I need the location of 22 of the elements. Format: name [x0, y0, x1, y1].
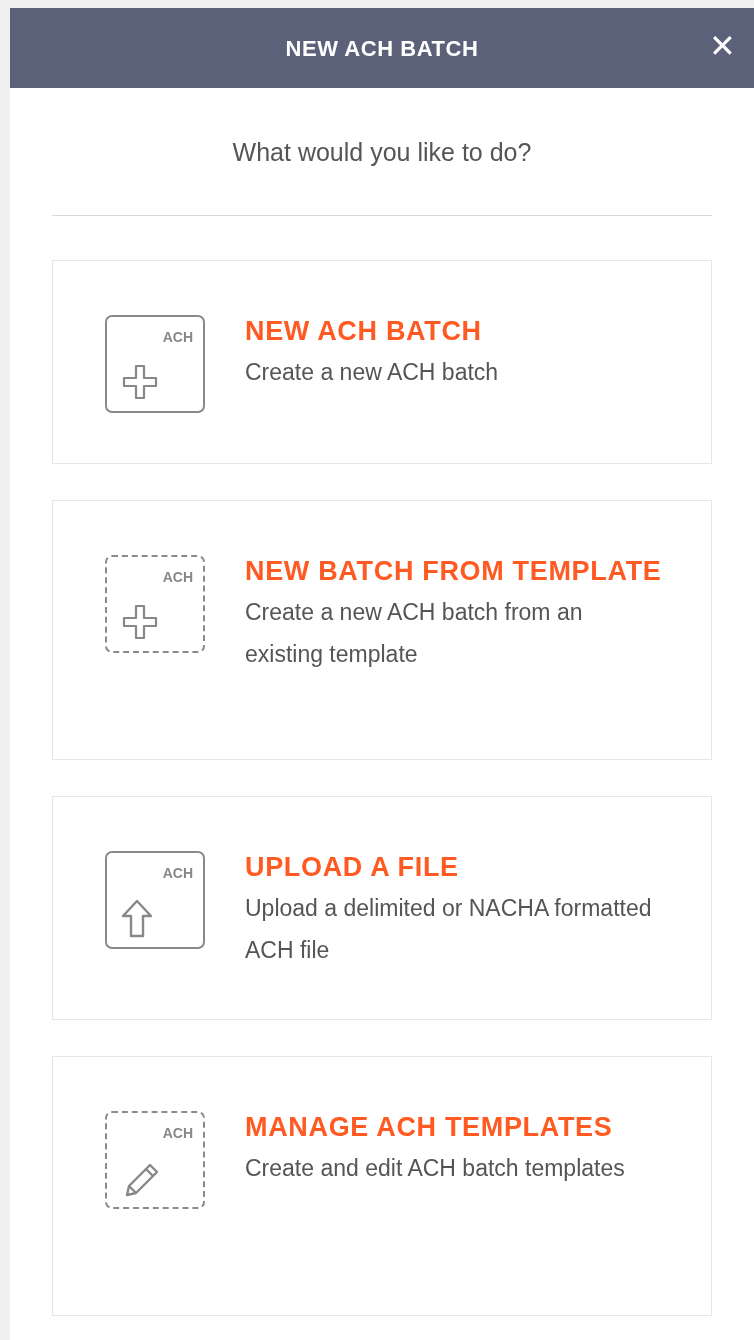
option-title: UPLOAD A FILE [245, 851, 460, 884]
prompt-text: What would you like to do? [231, 137, 533, 168]
option-description: Create a new ACH batch from an existing template [245, 598, 584, 669]
arrow-up-icon [121, 899, 153, 939]
plus-icon [121, 363, 159, 401]
close-button[interactable]: ✕ [702, 26, 742, 66]
option-card[interactable]: ACH NEW ACH BATCH Create a new ACH batch [52, 260, 712, 464]
icon-label: ACH [162, 864, 193, 883]
option-card[interactable]: ACH NEW BATCH FROM TEMPLATE Create a new ACH batch from an existing template [52, 500, 712, 760]
icon-label: ACH [162, 568, 193, 587]
option-card[interactable]: ACH MANAGE ACH TEMPLATES Create and edit ACH batch templates [52, 1056, 712, 1316]
icon-label: ACH [162, 1124, 193, 1143]
icon-label: ACH [162, 328, 193, 347]
option-title: NEW BATCH FROM TEMPLATE [245, 555, 663, 588]
option-description: Upload a delimited or NACHA formatted ACH file [245, 894, 653, 965]
dialog-title: NEW ACH BATCH [285, 34, 479, 63]
option-title: MANAGE ACH TEMPLATES [245, 1111, 614, 1144]
option-title: NEW ACH BATCH [245, 315, 483, 348]
option-description: Create and edit ACH batch templates [245, 1154, 626, 1183]
option-card[interactable]: ACH UPLOAD A FILE Upload a delimited or NACHA formatted ACH file [52, 796, 712, 1020]
plus-icon [121, 603, 159, 641]
option-description: Create a new ACH batch [245, 358, 500, 387]
